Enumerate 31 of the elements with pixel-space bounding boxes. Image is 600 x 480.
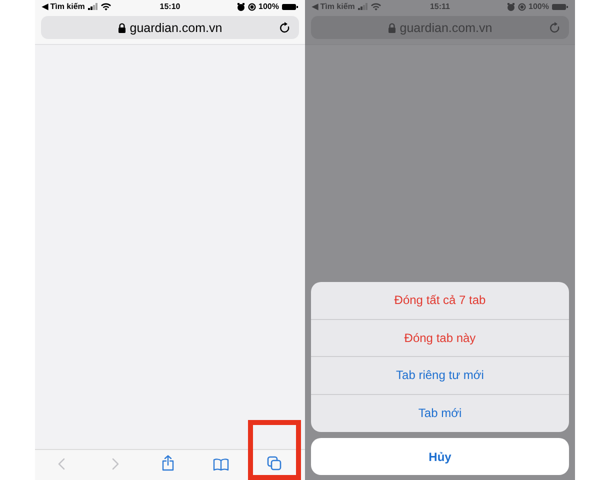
action-sheet-option[interactable]: Đóng tất cả 7 tab (311, 282, 569, 320)
cancel-button[interactable]: Hủy (311, 438, 569, 475)
wifi-icon (100, 2, 111, 10)
signal-icon (358, 3, 368, 10)
tabs-icon[interactable] (266, 456, 282, 471)
rotation-lock-icon (248, 2, 256, 10)
book-icon[interactable] (213, 458, 230, 471)
clock-time: 15:10 (160, 2, 180, 11)
back-to-app-link[interactable]: ◀ Tìm kiếm (312, 2, 355, 11)
action-sheet-option[interactable]: Đóng tab này (311, 320, 569, 357)
back-to-app-link[interactable]: ◀ Tìm kiếm (42, 2, 85, 11)
battery-icon (282, 2, 298, 10)
lock-icon (388, 22, 396, 32)
clock-time: 15:11 (430, 2, 450, 11)
url-text: guardian.com.vn (400, 20, 492, 34)
rotation-lock-icon (518, 2, 526, 10)
wifi-icon (370, 2, 381, 10)
lock-icon (118, 22, 126, 32)
action-sheet-option[interactable]: Tab mới (311, 394, 569, 432)
battery-percent: 100% (528, 2, 549, 11)
address-bar[interactable]: guardian.com.vn (311, 16, 569, 39)
url-text: guardian.com.vn (130, 20, 222, 34)
battery-icon (552, 2, 568, 10)
reload-icon[interactable] (279, 22, 291, 34)
battery-percent: 100% (258, 2, 279, 11)
signal-icon (88, 3, 98, 10)
alarm-icon (236, 2, 245, 10)
action-sheet-option[interactable]: Tab riêng tư mới (311, 357, 569, 394)
share-icon[interactable] (162, 455, 174, 471)
address-bar[interactable]: guardian.com.vn (41, 16, 299, 39)
alarm-icon (506, 2, 515, 10)
